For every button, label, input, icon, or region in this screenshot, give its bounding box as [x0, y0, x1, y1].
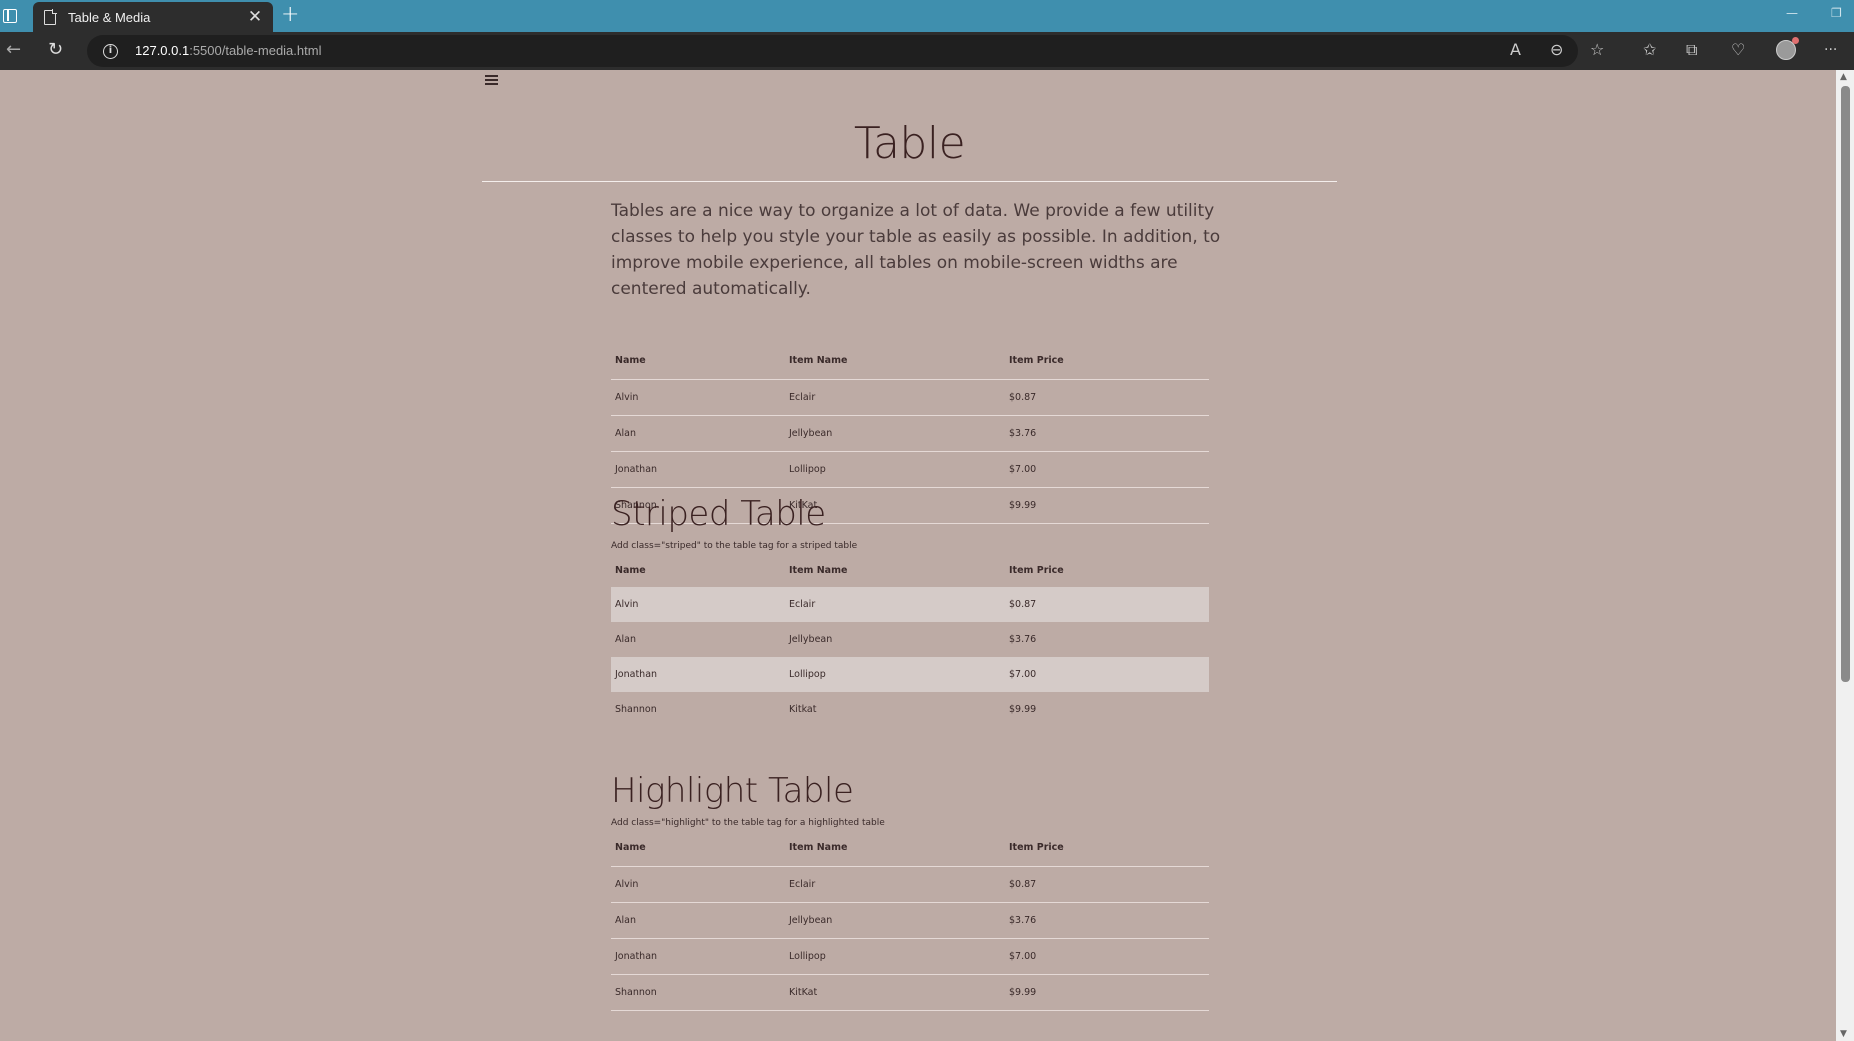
minimize-icon[interactable]: —: [1786, 6, 1798, 20]
cell-name: Jonathan: [611, 657, 785, 692]
cell-price: $3.76: [1009, 427, 1037, 439]
cell-price: $0.87: [1009, 878, 1037, 890]
table-header-row: Name Item Name Item Price: [611, 830, 1209, 866]
cell-price: $0.87: [1005, 587, 1209, 622]
cell-item: Jellybean: [789, 634, 833, 645]
header-name: Name: [615, 355, 646, 367]
cell-price: $9.99: [1009, 986, 1037, 998]
cell-name: Alvin: [611, 587, 785, 622]
cell-item: Eclair: [789, 391, 816, 403]
restore-icon[interactable]: ❐: [1831, 6, 1842, 20]
header-name: Name: [615, 564, 646, 576]
profile-avatar[interactable]: [1776, 37, 1799, 60]
cell-name: Shannon: [615, 704, 657, 715]
cell-name: Alvin: [615, 878, 639, 890]
cell-name: Alan: [615, 634, 636, 645]
intro-paragraph: Tables are a nice way to organize a lot …: [611, 201, 1221, 299]
table-row[interactable]: Alan Jellybean $3.76: [611, 902, 1209, 938]
header-item-name: Item Name: [789, 564, 848, 576]
zoom-out-icon[interactable]: ⊖: [1550, 42, 1563, 58]
page-icon: [44, 9, 57, 25]
cell-item: Lollipop: [785, 657, 1005, 692]
collections-icon[interactable]: ⧉: [1686, 42, 1697, 58]
table-row: Jonathan Lollipop $7.00: [611, 451, 1209, 487]
table-row: Alan Jellybean $3.76: [611, 415, 1209, 451]
page-title: Table: [853, 118, 966, 169]
vertical-scrollbar[interactable]: ▲ ▼: [1836, 70, 1854, 1041]
scroll-down-icon[interactable]: ▼: [1840, 1029, 1847, 1039]
reload-icon[interactable]: ↻: [48, 41, 63, 59]
cell-name: Jonathan: [615, 950, 658, 962]
highlight-table: Name Item Name Item Price Alvin Eclair $…: [611, 830, 1209, 1011]
menu-icon[interactable]: [485, 75, 498, 87]
tab-title: Table & Media: [68, 9, 151, 25]
sidebar-toggle-icon[interactable]: [3, 9, 17, 23]
highlight-table-section: Highlight Table Add class="highlight" to…: [611, 771, 1209, 1011]
address-bar[interactable]: i 127.0.0.1:5500/table-media.html: [87, 35, 1578, 67]
table-header-row: Name Item Name Item Price: [611, 553, 1209, 587]
table-row[interactable]: Shannon KitKat $9.99: [611, 974, 1209, 1010]
read-aloud-icon[interactable]: A: [1510, 42, 1521, 58]
header-item-name: Item Name: [789, 842, 848, 854]
scroll-up-icon[interactable]: ▲: [1840, 72, 1847, 82]
table-row[interactable]: Jonathan Lollipop $7.00: [611, 938, 1209, 974]
cell-name: Shannon: [615, 986, 657, 998]
cell-name: Alan: [615, 427, 636, 439]
striped-heading: Striped Table: [611, 494, 826, 534]
cell-item: Lollipop: [789, 950, 826, 962]
cell-item: Kitkat: [789, 704, 817, 715]
new-tab-button[interactable]: +: [281, 4, 299, 26]
cell-item: Eclair: [789, 878, 816, 890]
table-row: Alvin Eclair $0.87: [611, 587, 1209, 622]
browser-essentials-icon[interactable]: ♡: [1731, 42, 1745, 58]
more-menu-icon[interactable]: ···: [1824, 42, 1837, 58]
cell-price: $3.76: [1009, 634, 1037, 645]
highlight-heading: Highlight Table: [611, 771, 854, 811]
cell-name: Alvin: [615, 391, 639, 403]
site-info-icon[interactable]: i: [103, 44, 118, 59]
striped-table: Name Item Name Item Price Alvin Eclair $…: [611, 553, 1209, 727]
cell-item: Lollipop: [789, 463, 826, 475]
header-item-price: Item Price: [1009, 842, 1064, 854]
cell-price: $0.87: [1009, 391, 1037, 403]
title-bar: Table & Media ✕ + — ❐: [0, 0, 1854, 32]
title-divider: [482, 181, 1337, 182]
favorites-list-icon[interactable]: ✩: [1643, 42, 1656, 58]
back-icon[interactable]: ←: [6, 41, 21, 59]
scrollbar-thumb[interactable]: [1841, 86, 1850, 682]
table-header-row: Name Item Name Item Price: [611, 343, 1209, 379]
striped-table-section: Striped Table Add class="striped" to the…: [611, 494, 1209, 727]
cell-price: $9.99: [1009, 704, 1037, 715]
cell-item: Jellybean: [789, 914, 833, 926]
cell-name: Jonathan: [615, 463, 658, 475]
highlight-note: Add class="highlight" to the table tag f…: [611, 818, 885, 828]
url-text[interactable]: 127.0.0.1:5500/table-media.html: [135, 43, 321, 58]
table-row: Shannon Kitkat $9.99: [611, 692, 1209, 727]
close-tab-icon[interactable]: ✕: [247, 9, 263, 26]
table-row: Jonathan Lollipop $7.00: [611, 657, 1209, 692]
cell-price: $7.00: [1005, 657, 1209, 692]
striped-note: Add class="striped" to the table tag for…: [611, 541, 858, 551]
header-item-price: Item Price: [1009, 355, 1064, 367]
table-row: Alvin Eclair $0.87: [611, 379, 1209, 415]
cell-item: KitKat: [789, 986, 818, 998]
header-item-name: Item Name: [789, 355, 848, 367]
cell-price: $7.00: [1009, 950, 1037, 962]
cell-item: Jellybean: [789, 427, 833, 439]
header-item-price: Item Price: [1009, 564, 1064, 576]
page-viewport: Table Tables are a nice way to organize …: [0, 70, 1836, 1041]
browser-toolbar: ← ↻ i 127.0.0.1:5500/table-media.html: [0, 32, 1854, 70]
browser-tab[interactable]: Table & Media ✕: [33, 2, 273, 32]
header-name: Name: [615, 842, 646, 854]
cell-price: $7.00: [1009, 463, 1037, 475]
cell-name: Alan: [615, 914, 636, 926]
table-row[interactable]: Alvin Eclair $0.87: [611, 866, 1209, 902]
favorite-star-icon[interactable]: ☆: [1590, 42, 1604, 58]
table-row: Alan Jellybean $3.76: [611, 622, 1209, 657]
cell-item: Eclair: [785, 587, 1005, 622]
cell-price: $3.76: [1009, 914, 1037, 926]
